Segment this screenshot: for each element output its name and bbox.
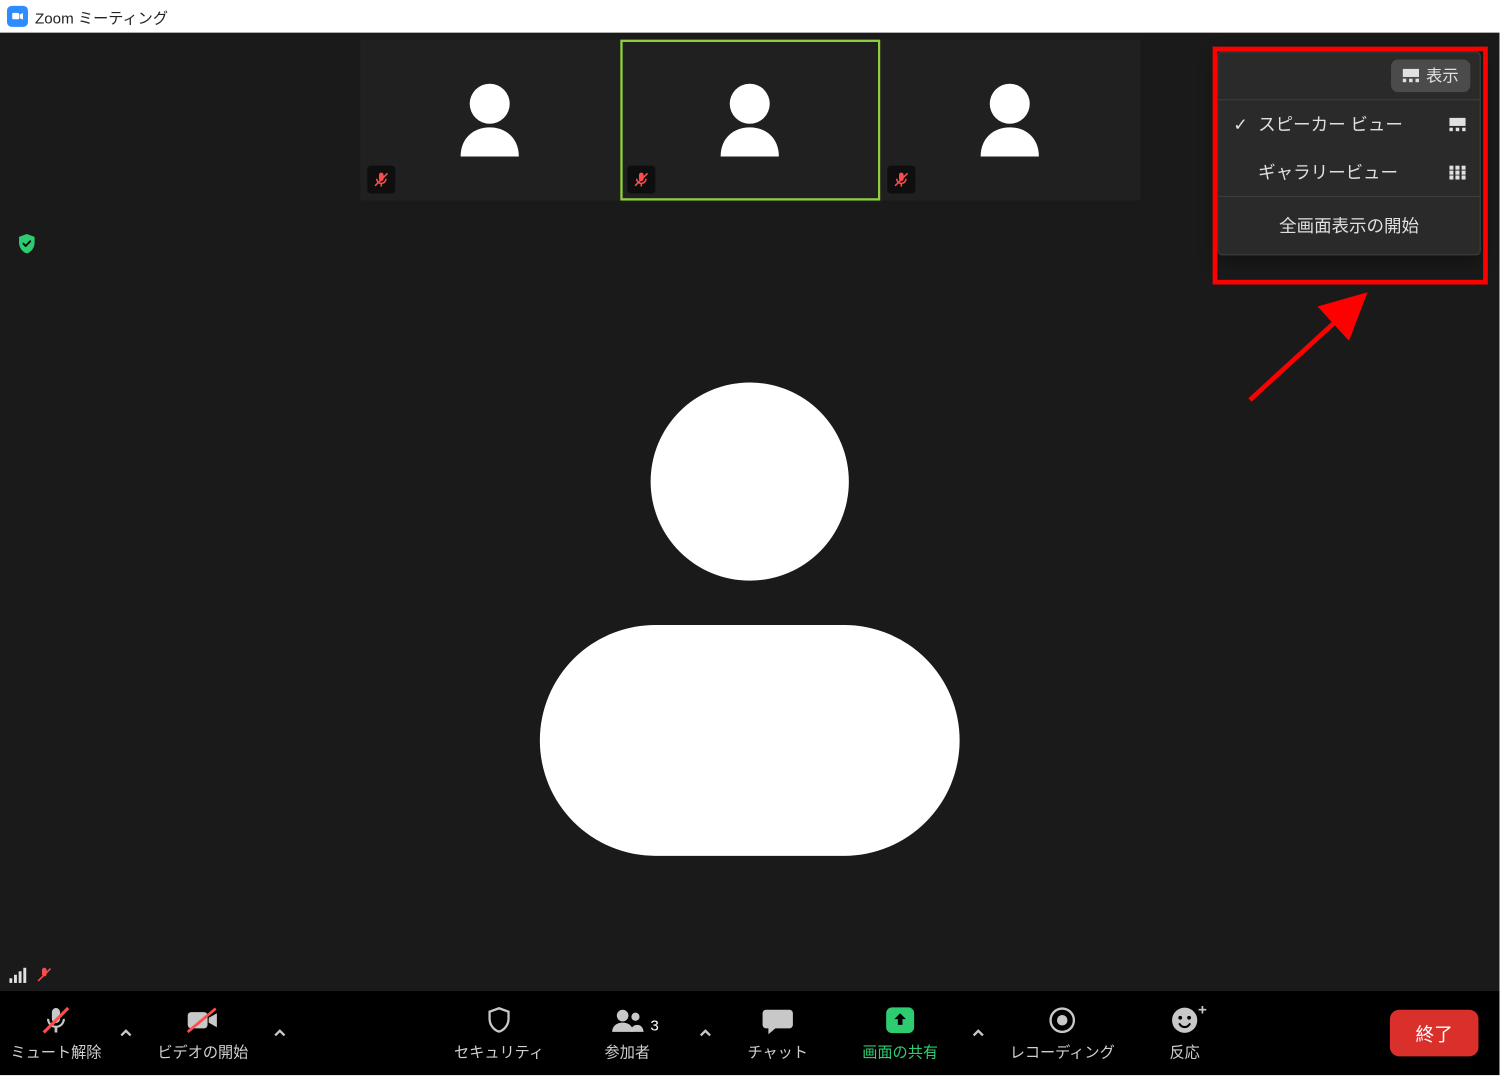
check-icon: ✓ bbox=[1232, 114, 1248, 135]
window-titlebar: Zoom ミーティング bbox=[0, 0, 1499, 33]
view-option-gallery[interactable]: ギャラリービュー bbox=[1218, 148, 1479, 196]
signal-bars-icon bbox=[9, 967, 28, 983]
chat-button[interactable]: チャット bbox=[719, 991, 836, 1075]
share-screen-icon bbox=[884, 1005, 917, 1035]
video-button[interactable]: ビデオの開始 bbox=[140, 991, 266, 1075]
video-options-caret[interactable] bbox=[266, 991, 294, 1075]
record-label: レコーディング bbox=[1010, 1039, 1115, 1061]
avatar-icon bbox=[964, 75, 1055, 166]
video-off-icon bbox=[185, 1005, 220, 1035]
thumbnail-2-active[interactable] bbox=[620, 40, 880, 201]
view-grid-icon bbox=[1403, 69, 1419, 83]
chevron-up-icon bbox=[698, 1026, 712, 1040]
chevron-up-icon bbox=[273, 1026, 287, 1040]
record-button[interactable]: レコーディング bbox=[992, 991, 1132, 1075]
participants-count: 3 bbox=[650, 1016, 658, 1033]
end-meeting-button[interactable]: 終了 bbox=[1390, 1010, 1479, 1057]
share-label: 画面の共有 bbox=[862, 1039, 938, 1061]
connection-status[interactable] bbox=[9, 965, 53, 984]
meeting-toolbar: ミュート解除 ビデオの開始 セキュリティ bbox=[0, 991, 1499, 1075]
record-icon bbox=[1048, 1005, 1076, 1035]
avatar-body bbox=[540, 625, 960, 856]
security-label: セキュリティ bbox=[454, 1039, 544, 1061]
video-label: ビデオの開始 bbox=[157, 1039, 248, 1061]
view-option-label: ギャラリービュー bbox=[1258, 160, 1398, 184]
share-options-caret[interactable] bbox=[964, 991, 992, 1075]
share-screen-button[interactable]: 画面の共有 bbox=[836, 991, 964, 1075]
avatar-icon bbox=[444, 75, 535, 166]
avatar-head bbox=[651, 382, 849, 580]
chevron-up-icon bbox=[119, 1026, 133, 1040]
chat-icon bbox=[761, 1005, 794, 1035]
fullscreen-label: 全画面表示の開始 bbox=[1279, 217, 1419, 237]
meeting-area: 表示 ✓ スピーカー ビュー ギャラリービュー bbox=[0, 33, 1499, 1075]
end-label: 終了 bbox=[1416, 1019, 1453, 1047]
shield-icon bbox=[484, 1005, 514, 1035]
view-toggle-label: 表示 bbox=[1426, 64, 1459, 87]
active-speaker-avatar bbox=[540, 382, 960, 855]
enter-fullscreen[interactable]: 全画面表示の開始 bbox=[1218, 197, 1479, 254]
window-title: Zoom ミーティング bbox=[35, 5, 168, 27]
encryption-shield-icon[interactable] bbox=[14, 231, 40, 257]
participants-options-caret[interactable] bbox=[691, 991, 719, 1075]
reactions-button[interactable]: + 反応 bbox=[1132, 991, 1237, 1075]
chat-label: チャット bbox=[747, 1039, 807, 1061]
gallery-view-icon bbox=[1449, 165, 1465, 179]
muted-mic-icon bbox=[367, 166, 395, 194]
annotation-arrow bbox=[1238, 289, 1378, 406]
security-button[interactable]: セキュリティ bbox=[435, 991, 563, 1075]
view-option-label: スピーカー ビュー bbox=[1258, 112, 1403, 136]
participants-button[interactable]: 3 参加者 bbox=[563, 991, 691, 1075]
muted-mic-icon bbox=[887, 166, 915, 194]
mute-button[interactable]: ミュート解除 bbox=[0, 991, 112, 1075]
reactions-label: 反応 bbox=[1169, 1039, 1199, 1061]
thumbnail-1[interactable] bbox=[360, 40, 620, 201]
view-option-speaker[interactable]: ✓ スピーカー ビュー bbox=[1218, 100, 1479, 148]
reactions-icon: + bbox=[1169, 1005, 1199, 1035]
thumbnail-3[interactable] bbox=[880, 40, 1140, 201]
plus-icon: + bbox=[1198, 1000, 1207, 1017]
view-panel-header: 表示 bbox=[1218, 52, 1479, 99]
speaker-view-icon bbox=[1449, 117, 1465, 131]
mute-label: ミュート解除 bbox=[10, 1039, 101, 1061]
chevron-up-icon bbox=[971, 1026, 985, 1040]
muted-mic-icon bbox=[35, 965, 54, 984]
view-toggle-button[interactable]: 表示 bbox=[1391, 59, 1470, 92]
muted-mic-icon bbox=[40, 1005, 73, 1035]
participants-label: 参加者 bbox=[605, 1039, 650, 1061]
avatar-icon bbox=[704, 75, 795, 166]
participants-icon: 3 bbox=[610, 1005, 645, 1035]
mute-options-caret[interactable] bbox=[112, 991, 140, 1075]
muted-mic-icon bbox=[627, 166, 655, 194]
view-panel: 表示 ✓ スピーカー ビュー ギャラリービュー bbox=[1217, 51, 1481, 255]
zoom-app-icon bbox=[7, 6, 28, 27]
